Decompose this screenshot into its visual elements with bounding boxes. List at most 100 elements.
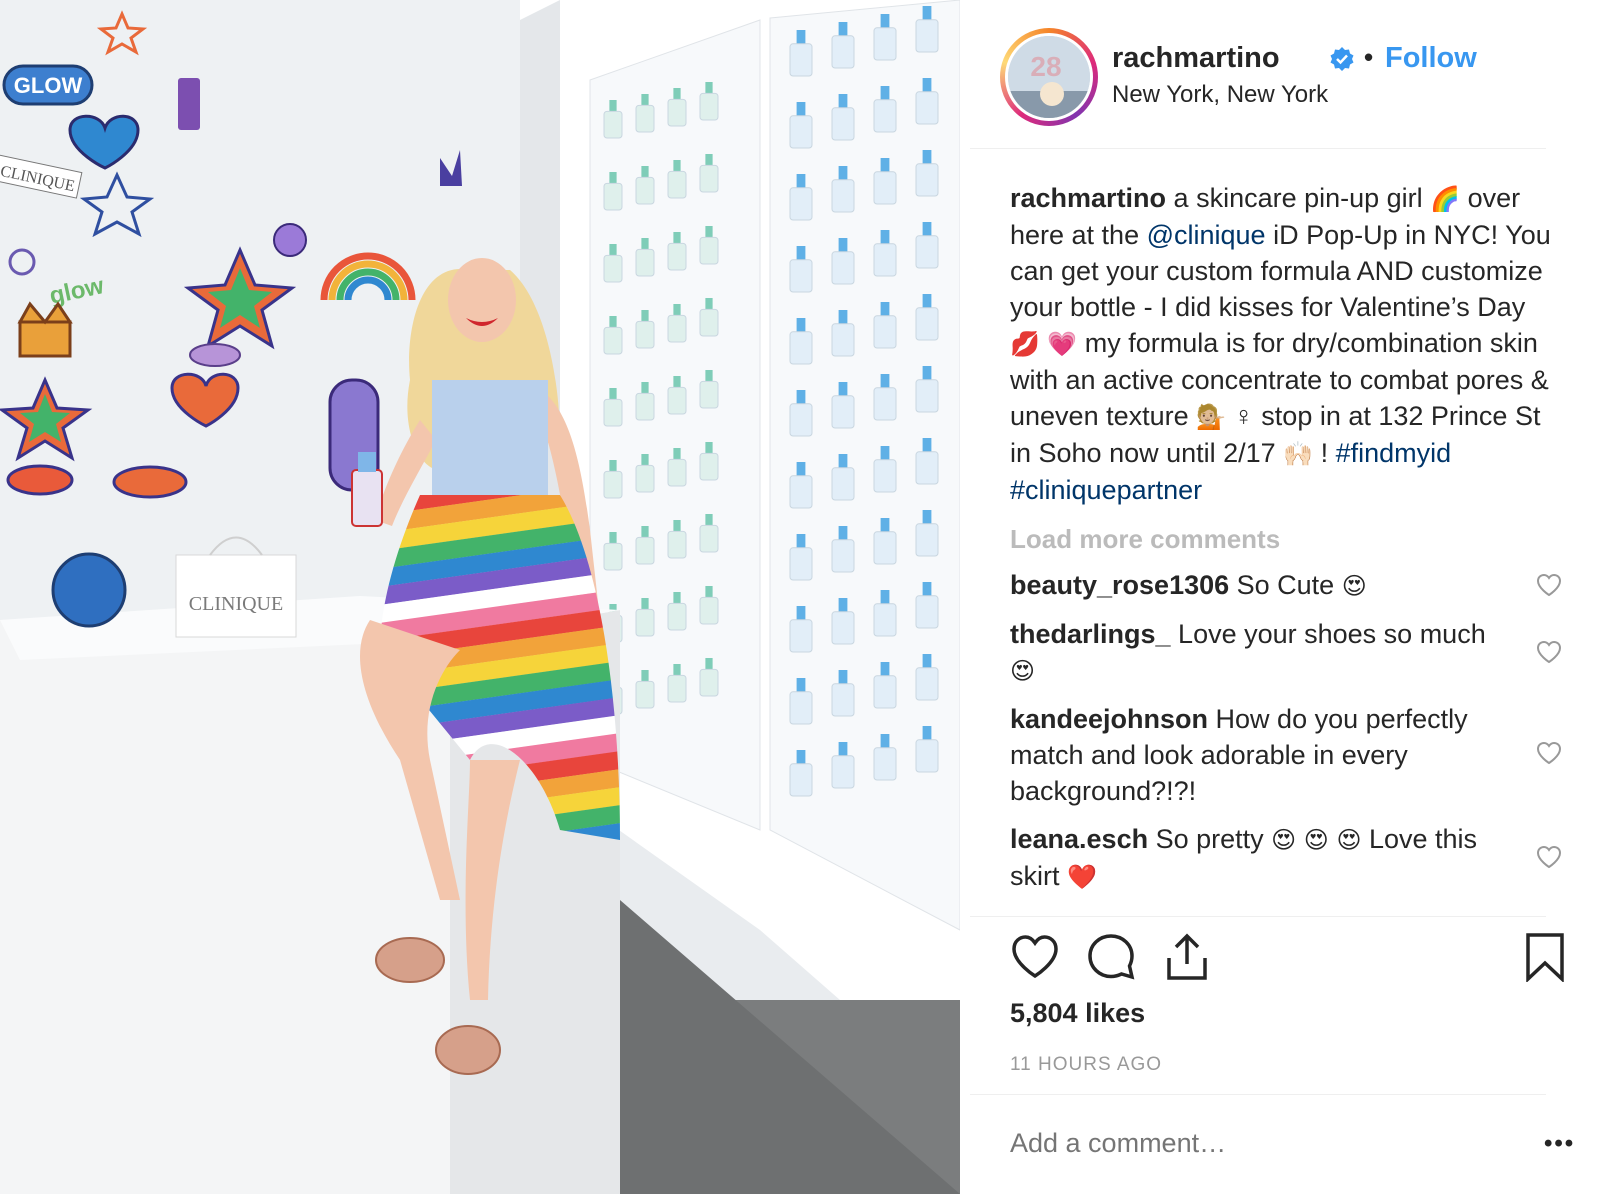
bottle-cap — [880, 230, 890, 244]
bottle — [873, 531, 897, 565]
bottle-cap — [796, 534, 806, 548]
woman-tipping-hand-emoji-icon: 💁🏼 — [1196, 403, 1227, 431]
avatar-story-ring[interactable]: 28 — [1000, 28, 1098, 126]
bottle-cap — [838, 166, 848, 180]
bottle — [635, 536, 655, 565]
bottle — [873, 747, 897, 781]
bottle — [635, 392, 655, 421]
likes-count[interactable]: 5,804 likes — [1010, 998, 1145, 1029]
bottle-cap — [922, 654, 932, 668]
bottle-cap — [838, 670, 848, 684]
bottle-cap — [880, 374, 890, 388]
bottle — [915, 235, 939, 269]
bottle-cap — [922, 78, 932, 92]
bottle-cap — [796, 390, 806, 404]
glow-sticker-text: GLOW — [14, 73, 83, 98]
bottle — [699, 164, 719, 193]
bottle — [667, 674, 687, 703]
like-comment-heart-icon[interactable] — [1536, 741, 1562, 765]
share-upload-icon[interactable] — [1162, 932, 1212, 982]
bottle — [831, 251, 855, 285]
heart-eyes-emoji-icon: 😍 — [1010, 657, 1036, 685]
bottle — [873, 171, 897, 205]
comment-text: So pretty — [1148, 824, 1272, 854]
caption-username[interactable]: rachmartino — [1010, 183, 1166, 213]
bottle-cap — [705, 442, 713, 454]
bottle-cap — [880, 662, 890, 676]
bottle — [699, 92, 719, 121]
bottle — [635, 104, 655, 133]
load-more-comments-button[interactable]: Load more comments — [1010, 524, 1562, 555]
bottle-cap — [705, 226, 713, 238]
bottle-cap — [796, 174, 806, 188]
bottle-cap — [673, 592, 681, 604]
bottle — [915, 19, 939, 53]
bottle-cap — [609, 100, 617, 112]
bottle-cap — [641, 166, 649, 178]
comment-username[interactable]: thedarlings_ — [1010, 619, 1171, 649]
bottle-cap — [838, 310, 848, 324]
bottle — [789, 187, 813, 221]
bottle — [603, 398, 623, 427]
bottle-cap — [673, 232, 681, 244]
footer-divider — [970, 1094, 1546, 1095]
bottle — [789, 259, 813, 293]
bottle — [831, 611, 855, 645]
post-caption: rachmartino a skincare pin-up girl 🌈 ove… — [1010, 180, 1562, 508]
bottle-cap — [641, 310, 649, 322]
bottle — [789, 763, 813, 797]
follow-button[interactable]: Follow — [1385, 42, 1477, 75]
like-comment-heart-icon[interactable] — [1536, 845, 1562, 869]
save-bookmark-icon[interactable] — [1520, 932, 1570, 982]
bottle — [699, 236, 719, 265]
add-comment-input[interactable] — [1010, 1128, 1480, 1159]
comment-username[interactable]: beauty_rose1306 — [1010, 570, 1229, 600]
like-comment-heart-icon[interactable] — [1536, 573, 1562, 597]
bottle-cap — [641, 382, 649, 394]
post-timestamp[interactable]: 11 HOURS AGO — [1010, 1054, 1162, 1076]
bottle-cap — [796, 678, 806, 692]
bottle — [831, 179, 855, 213]
post-location[interactable]: New York, New York — [1112, 81, 1328, 109]
bottle-cap — [796, 102, 806, 116]
bottle — [667, 314, 687, 343]
bottle-cap — [673, 376, 681, 388]
bottle — [789, 43, 813, 77]
red-heart-emoji-icon: ❤️ — [1067, 863, 1097, 891]
header-username[interactable]: rachmartino — [1112, 42, 1280, 75]
bottle — [789, 475, 813, 509]
bottle-cap — [838, 742, 848, 756]
bottle — [873, 315, 897, 349]
comments-section[interactable]: rachmartino a skincare pin-up girl 🌈 ove… — [1010, 180, 1562, 915]
like-comment-heart-icon[interactable] — [1536, 640, 1562, 664]
bottle-cap — [880, 518, 890, 532]
bottle — [789, 115, 813, 149]
bottle-cap — [880, 14, 890, 28]
bottle-cap — [609, 172, 617, 184]
bottle — [789, 691, 813, 725]
caption-mention-link[interactable]: @clinique — [1147, 220, 1266, 250]
bottle-cap — [673, 304, 681, 316]
like-heart-icon[interactable] — [1010, 932, 1060, 982]
bottle — [873, 243, 897, 277]
bottle-cap — [838, 22, 848, 36]
bottle — [667, 170, 687, 199]
comment-item: leana.esch So pretty 😍 😍 😍 Love this ski… — [1010, 821, 1562, 895]
comment-text: Love your shoes so much — [1170, 619, 1486, 649]
rainbow-emoji-icon: 🌈 — [1430, 185, 1461, 213]
more-options-button[interactable]: ••• — [1544, 1130, 1575, 1158]
post-photo[interactable]: CLINIQUE GLOW CLINIQUE glow — [0, 0, 960, 1194]
header-separator: • — [1364, 42, 1374, 72]
hashtag-link[interactable]: #cliniquepartner — [1010, 475, 1202, 505]
bottle — [603, 110, 623, 139]
comment-bubble-icon[interactable] — [1086, 932, 1136, 982]
bottle — [635, 320, 655, 349]
hashtag-link[interactable]: #findmyid — [1336, 438, 1452, 468]
comment-username[interactable]: kandeejohnson — [1010, 704, 1208, 734]
comment-username[interactable]: leana.esch — [1010, 824, 1148, 854]
bottle — [603, 254, 623, 283]
avatar[interactable]: 28 — [1005, 33, 1093, 121]
header-divider — [970, 148, 1546, 149]
bottle — [635, 176, 655, 205]
bottle-cap — [705, 154, 713, 166]
